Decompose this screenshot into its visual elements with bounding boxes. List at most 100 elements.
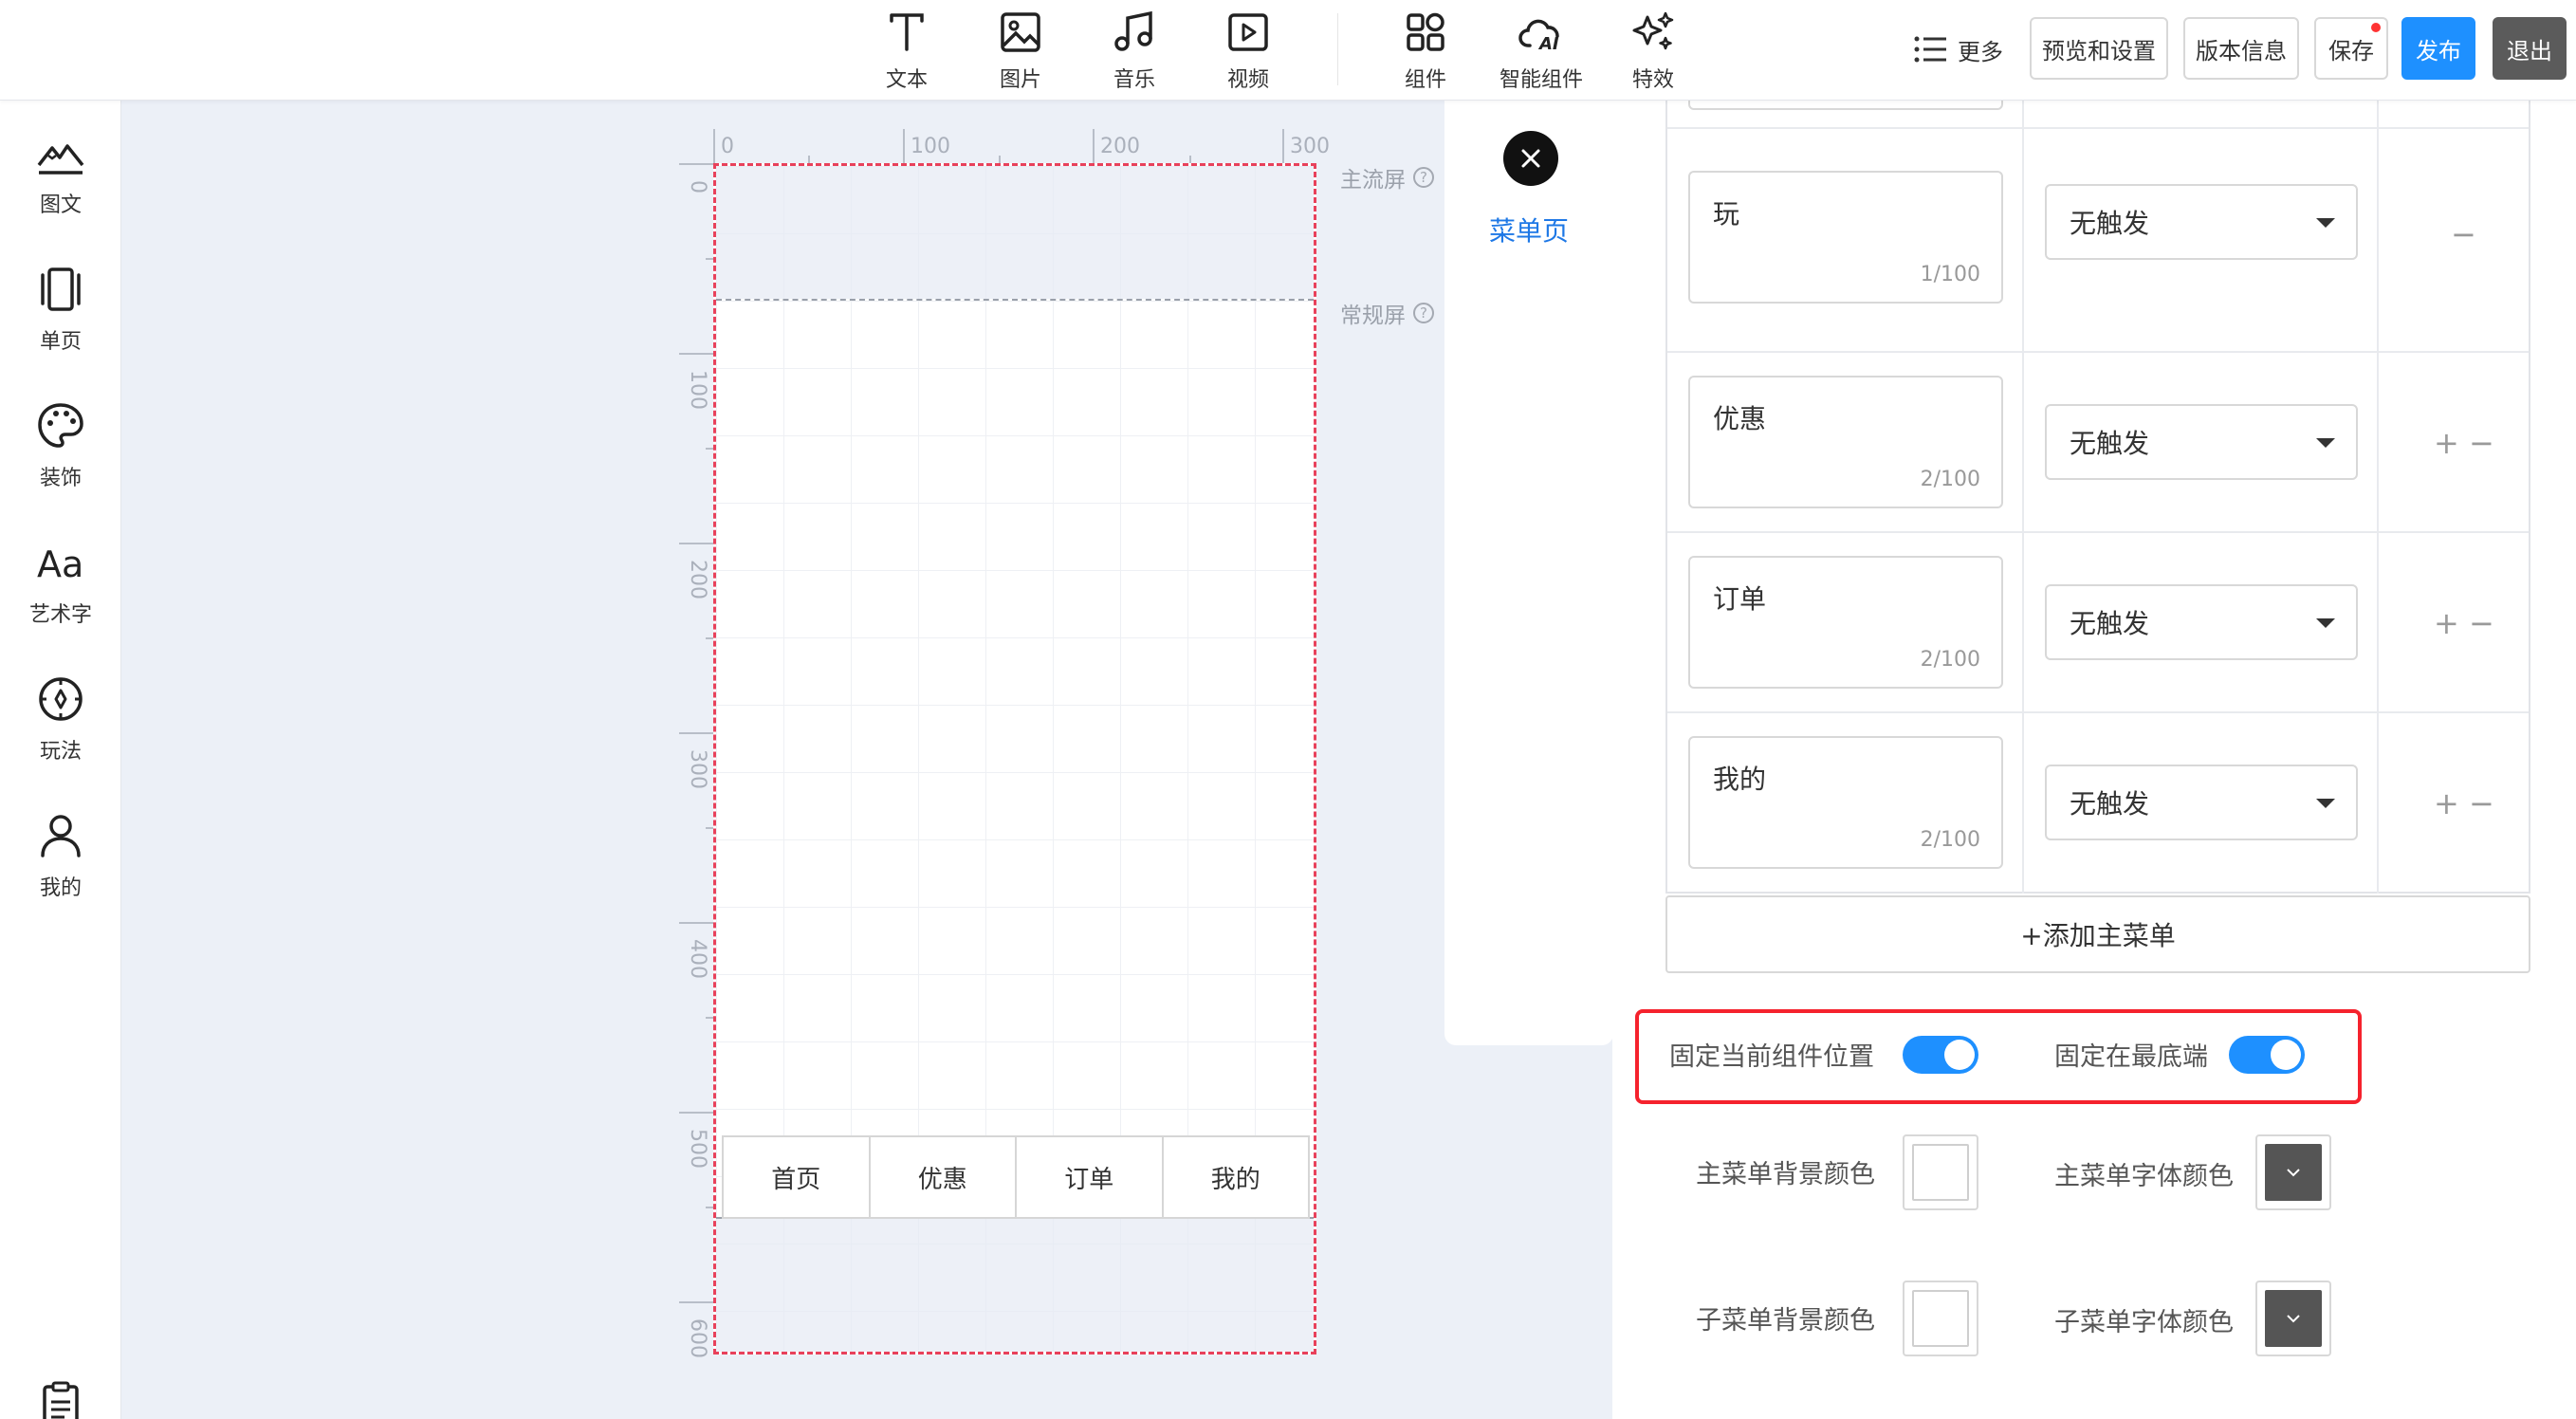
tool-label: 智能组件	[1499, 68, 1583, 92]
row-ops[interactable]: −	[2451, 216, 2476, 252]
tool-effects[interactable]: 特效	[1608, 9, 1699, 92]
sidebar-item-mine[interactable]: 我的	[0, 810, 121, 924]
sidebar-item-graphic[interactable]: 图文	[0, 127, 121, 241]
music-icon	[1089, 9, 1180, 55]
table-row: 优惠 2/100 无触发 + −	[1667, 353, 2529, 533]
video-icon	[1203, 9, 1294, 55]
ruler-label: 300	[1290, 135, 1330, 158]
row-ops[interactable]: + −	[2434, 605, 2494, 641]
row-ops[interactable]: + −	[2434, 425, 2494, 461]
regular-screen-text: 常规屏	[1340, 304, 1406, 328]
ruler-label: 200	[1100, 135, 1140, 158]
mountain-icon	[0, 127, 121, 178]
help-icon[interactable]: ?	[1413, 167, 1434, 188]
sidebar-item-gameplay[interactable]: 玩法	[0, 673, 121, 787]
help-icon[interactable]: ?	[1413, 303, 1434, 323]
tool-label: 音乐	[1113, 68, 1155, 92]
trigger-select[interactable]: 无触发	[2045, 584, 2358, 660]
menu-name-input[interactable]: 玩 1/100	[1688, 171, 2003, 304]
sidebar-item-single-page[interactable]: 单页	[0, 264, 121, 378]
close-icon	[1520, 148, 1541, 169]
menu-name-value: 优惠	[1713, 403, 1767, 434]
page-icon	[0, 264, 121, 315]
menu-name-value: 订单	[1713, 583, 1767, 615]
menu-item[interactable]: 优惠	[871, 1137, 1017, 1217]
trigger-value: 无触发	[2070, 788, 2150, 820]
publish-button[interactable]: 发布	[2401, 17, 2475, 80]
ruler-label: 200	[686, 560, 709, 599]
menu-item[interactable]: 订单	[1017, 1137, 1164, 1217]
fix-bottom-label: 固定在最底端	[2054, 1042, 2208, 1072]
sub-font-color-label: 子菜单字体颜色	[2054, 1308, 2234, 1337]
fix-position-toggle[interactable]	[1903, 1036, 1978, 1074]
toolbar-divider	[1337, 13, 1338, 85]
table-row: 玩 1/100 无触发 −	[1667, 129, 2529, 353]
char-count: 2/100	[1920, 648, 1980, 672]
color-swatch	[1912, 1144, 1969, 1201]
tool-ai-components[interactable]: AI 智能组件	[1494, 9, 1589, 92]
palette-icon	[0, 400, 121, 452]
trigger-select[interactable]: 无触发	[2045, 765, 2358, 840]
main-bg-color-picker[interactable]	[1903, 1134, 1978, 1210]
more-menu[interactable]: 更多	[1914, 27, 2003, 72]
version-info-button[interactable]: 版本信息	[2183, 17, 2299, 80]
sidebar-item-art-text[interactable]: Aa 艺术字	[0, 537, 121, 651]
left-sidebar: 图文 单页 装饰 Aa 艺术字 玩法 我的	[0, 101, 121, 1419]
bottom-shade	[716, 1217, 1314, 1352]
regular-screen-label: 常规屏 ?	[1340, 297, 1434, 329]
main-font-color-label: 主菜单字体颜色	[2054, 1162, 2234, 1191]
ai-cloud-icon: AI	[1494, 9, 1589, 55]
ruler-label: 500	[686, 1129, 709, 1169]
compass-icon	[0, 673, 121, 725]
fix-position-label: 固定当前组件位置	[1669, 1042, 1874, 1072]
menu-table: 玩 1/100 无触发 − 优惠 2/100 无触发 + − 订单 2/100 …	[1665, 0, 2530, 894]
menu-page-title[interactable]: 菜单页	[1444, 211, 1613, 249]
close-button[interactable]	[1503, 131, 1558, 186]
bottom-menu-bar[interactable]: 首页 优惠 订单 我的	[722, 1135, 1310, 1219]
trigger-value: 无触发	[2070, 608, 2150, 639]
trigger-select[interactable]: 无触发	[2045, 404, 2358, 480]
trigger-select[interactable]: 无触发	[2045, 184, 2358, 260]
save-button[interactable]: 保存	[2314, 17, 2388, 80]
menu-item[interactable]: 首页	[724, 1137, 871, 1217]
row-ops[interactable]: + −	[2434, 785, 2494, 821]
menu-name-input[interactable]: 订单 2/100	[1688, 556, 2003, 689]
sub-bg-color-picker[interactable]	[1903, 1281, 1978, 1356]
menu-page-panel: 菜单页	[1444, 101, 1613, 1045]
main-font-color-picker[interactable]	[2255, 1134, 2331, 1210]
tool-music[interactable]: 音乐	[1089, 9, 1180, 92]
char-count: 2/100	[1920, 468, 1980, 491]
tool-label: 特效	[1631, 68, 1674, 92]
tool-video[interactable]: 视频	[1203, 9, 1294, 92]
sidebar-item-clipboard[interactable]	[0, 1379, 121, 1419]
main-screen-text: 主流屏	[1340, 168, 1406, 193]
ruler-label: 0	[721, 135, 734, 158]
color-swatch	[2265, 1290, 2322, 1347]
menu-item[interactable]: 我的	[1164, 1137, 1309, 1217]
preview-settings-button[interactable]: 预览和设置	[2030, 17, 2168, 80]
sidebar-item-decoration[interactable]: 装饰	[0, 400, 121, 514]
tool-image[interactable]: 图片	[975, 9, 1066, 92]
tool-components[interactable]: 组件	[1380, 9, 1471, 92]
phone-canvas[interactable]: 首页 优惠 订单 我的	[713, 163, 1316, 1354]
tool-text[interactable]: 文本	[861, 9, 952, 92]
unsaved-dot	[2371, 23, 2381, 32]
tool-label: 视频	[1226, 68, 1269, 92]
art-text-icon: Aa	[0, 537, 121, 588]
sidebar-item-label: 图文	[39, 194, 82, 217]
tool-label: 文本	[885, 68, 928, 92]
user-icon	[0, 810, 121, 861]
trigger-value: 无触发	[2070, 208, 2150, 239]
add-main-menu-button[interactable]: +添加主菜单	[1665, 895, 2530, 973]
sidebar-item-label: 单页	[39, 330, 82, 354]
menu-name-input[interactable]: 优惠 2/100	[1688, 376, 2003, 508]
color-swatch	[2265, 1144, 2322, 1201]
sub-font-color-picker[interactable]	[2255, 1281, 2331, 1356]
fix-bottom-toggle[interactable]	[2229, 1036, 2305, 1074]
sub-bg-color-label: 子菜单背景颜色	[1696, 1306, 1875, 1336]
ruler-label: 400	[686, 939, 709, 979]
menu-name-input[interactable]: 我的 2/100	[1688, 736, 2003, 869]
exit-button[interactable]: 退出	[2493, 17, 2567, 80]
regular-screen-line	[716, 299, 1314, 301]
caret-down-icon	[2316, 218, 2335, 228]
